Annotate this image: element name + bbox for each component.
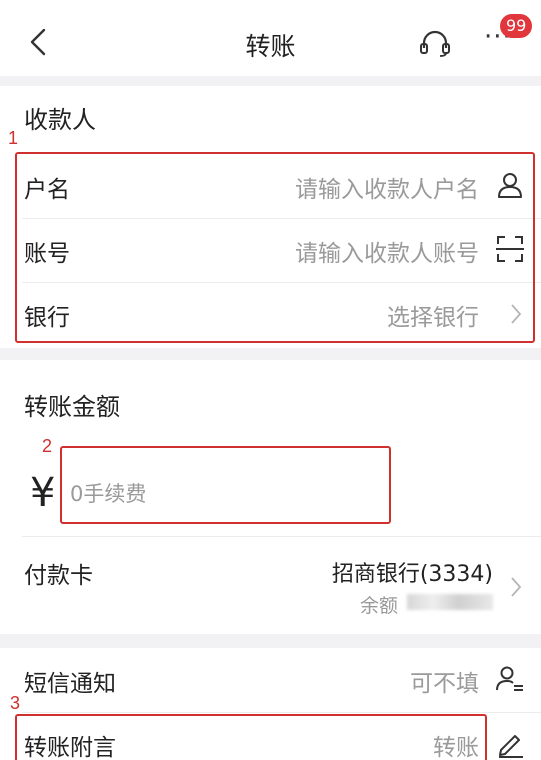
balance-label: 余额 (360, 595, 399, 617)
annotation-box-3 (15, 714, 487, 760)
amount-section-title: 转账金额 (24, 393, 120, 421)
currency-symbol: ¥ (30, 470, 56, 516)
annotation-marker-1: 1 (8, 128, 19, 148)
divider (22, 536, 541, 537)
sms-notify-row[interactable]: 短信通知 可不填 (0, 648, 541, 712)
headset-icon[interactable] (418, 28, 452, 58)
page-title: 转账 (245, 32, 296, 61)
sms-notify-input[interactable]: 可不填 (410, 664, 479, 698)
payment-card-name: 招商银行(3334) (331, 562, 493, 587)
annotation-marker-3: 3 (10, 693, 21, 713)
pencil-icon[interactable] (495, 728, 525, 758)
payment-card-label: 付款卡 (24, 563, 93, 589)
notification-badge: 99 (500, 14, 533, 38)
annotation-box-2 (60, 446, 391, 524)
annotation-marker-2: 2 (42, 436, 53, 456)
sms-notify-label: 短信通知 (24, 671, 116, 697)
annotation-box-1 (15, 152, 535, 343)
balance-value-redacted (407, 594, 493, 610)
contact-list-icon[interactable] (495, 664, 525, 694)
chevron-right-icon (511, 577, 522, 597)
payee-section-title: 收款人 (24, 106, 96, 134)
top-bar: 转账 ··· 99 (0, 0, 541, 76)
